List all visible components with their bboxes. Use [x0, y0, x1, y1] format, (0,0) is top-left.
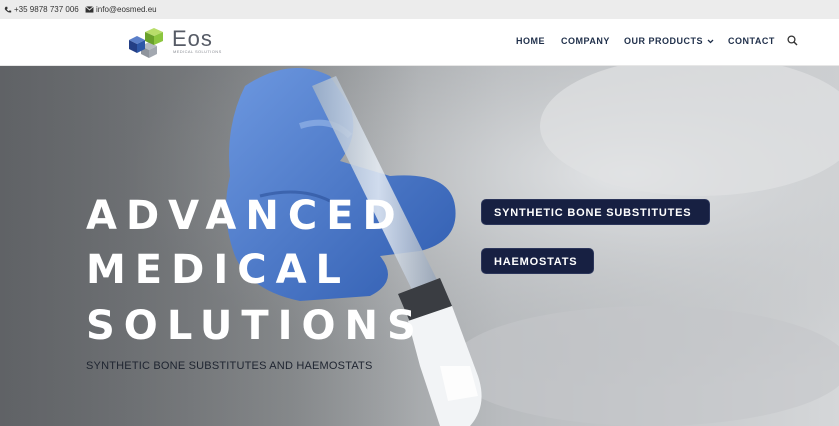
phone-number: +35 9878 737 006 [14, 5, 79, 14]
hero-headline-line-3: SOLUTIONS [86, 303, 425, 349]
nav-home[interactable]: HOME [516, 36, 545, 46]
hero-headline-line-2: MEDICAL [86, 247, 351, 293]
nav-our-products[interactable]: OUR PRODUCTS [624, 36, 714, 46]
envelope-icon [85, 6, 94, 13]
phone-icon [4, 6, 12, 13]
logo-tagline: MEDICAL SOLUTIONS [173, 49, 222, 54]
email-contact[interactable]: info@eosmed.eu [85, 5, 157, 14]
phone-contact[interactable]: +35 9878 737 006 [4, 5, 79, 14]
hero-subheading: SYNTHETIC BONE SUBSTITUTES AND HAEMOSTAT… [86, 360, 373, 372]
nav-our-products-label: OUR PRODUCTS [624, 36, 704, 46]
chevron-down-icon [707, 39, 714, 43]
synthetic-bone-substitutes-button[interactable]: SYNTHETIC BONE SUBSTITUTES [481, 199, 710, 225]
hero-banner: ADVANCED MEDICAL SOLUTIONS SYNTHETIC BON… [0, 66, 839, 426]
nav-company[interactable]: COMPANY [561, 36, 610, 46]
top-info-bar: +35 9878 737 006 info@eosmed.eu [0, 0, 839, 19]
site-header: Eos MEDICAL SOLUTIONS HOME COMPANY OUR P… [0, 19, 839, 66]
search-icon[interactable] [787, 35, 798, 46]
cubes-logo-icon [129, 28, 163, 58]
eos-logo[interactable]: Eos MEDICAL SOLUTIONS [127, 24, 229, 60]
haemostats-button[interactable]: HAEMOSTATS [481, 248, 594, 274]
hero-headline-line-1: ADVANCED [86, 193, 405, 239]
email-address: info@eosmed.eu [96, 5, 157, 14]
nav-contact[interactable]: CONTACT [728, 36, 775, 46]
syringe-glove-photo [0, 66, 839, 426]
